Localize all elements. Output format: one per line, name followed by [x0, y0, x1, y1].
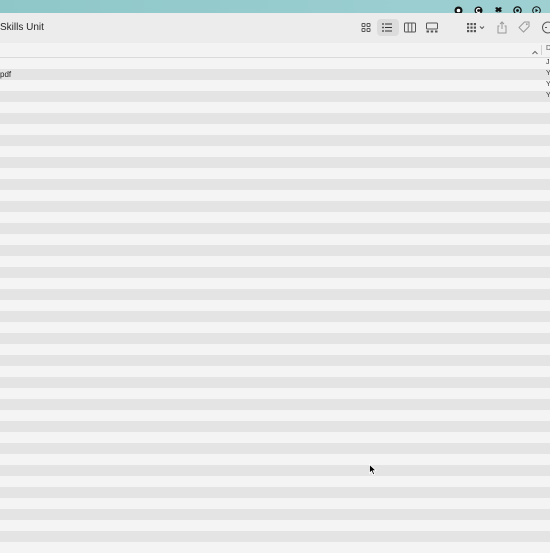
- file-row[interactable]: Y: [0, 80, 550, 91]
- file-row[interactable]: [0, 366, 550, 377]
- file-row[interactable]: [0, 465, 550, 476]
- column-view-button[interactable]: [401, 19, 419, 36]
- grammarly-icon[interactable]: [474, 2, 483, 11]
- file-row[interactable]: [0, 300, 550, 311]
- file-row[interactable]: [0, 223, 550, 234]
- file-row[interactable]: [0, 377, 550, 388]
- file-row[interactable]: [0, 146, 550, 157]
- file-row[interactable]: [0, 399, 550, 410]
- file-row[interactable]: [0, 157, 550, 168]
- file-row[interactable]: [0, 212, 550, 223]
- file-row[interactable]: [0, 102, 550, 113]
- gallery-icon: [423, 19, 441, 36]
- file-row[interactable]: [0, 124, 550, 135]
- tag-icon: [516, 19, 532, 36]
- file-row[interactable]: [0, 421, 550, 432]
- file-row[interactable]: J: [0, 58, 550, 69]
- file-row[interactable]: [0, 245, 550, 256]
- group-by-button[interactable]: [464, 19, 488, 36]
- file-row[interactable]: [0, 542, 550, 553]
- column-divider[interactable]: [541, 45, 542, 55]
- creative-cloud-icon[interactable]: [513, 2, 522, 11]
- grid-icon: [357, 19, 375, 36]
- file-row[interactable]: [0, 113, 550, 124]
- file-date: Y: [546, 81, 550, 88]
- date-column-header[interactable]: D: [546, 45, 550, 52]
- play-icon[interactable]: [532, 2, 541, 11]
- file-row[interactable]: pdf Y: [0, 69, 550, 80]
- file-row[interactable]: [0, 201, 550, 212]
- file-row[interactable]: [0, 388, 550, 399]
- file-row[interactable]: Y: [0, 91, 550, 102]
- ellipsis-circle-icon: [538, 19, 550, 36]
- columns-icon: [401, 19, 419, 36]
- file-row[interactable]: [0, 179, 550, 190]
- file-row[interactable]: [0, 234, 550, 245]
- file-row[interactable]: [0, 443, 550, 454]
- record-icon[interactable]: [454, 2, 463, 11]
- file-row[interactable]: [0, 498, 550, 509]
- file-row[interactable]: [0, 267, 550, 278]
- file-row[interactable]: [0, 410, 550, 421]
- file-row[interactable]: [0, 509, 550, 520]
- file-name: pdf: [0, 70, 11, 79]
- file-row[interactable]: [0, 432, 550, 443]
- file-row[interactable]: [0, 311, 550, 322]
- file-date: Y: [546, 70, 550, 77]
- dropbox-icon[interactable]: [494, 2, 503, 11]
- file-row[interactable]: [0, 278, 550, 289]
- finder-toolbar: Skills Unit: [0, 13, 550, 44]
- file-row[interactable]: [0, 454, 550, 465]
- file-row[interactable]: [0, 135, 550, 146]
- file-row[interactable]: [0, 168, 550, 179]
- file-row[interactable]: [0, 256, 550, 267]
- mouse-pointer-icon: [369, 463, 377, 481]
- file-row[interactable]: [0, 487, 550, 498]
- file-date: J: [546, 59, 550, 66]
- share-icon: [494, 19, 510, 36]
- group-icon: [464, 19, 488, 36]
- tags-button[interactable]: [516, 19, 532, 36]
- file-list: JpdfYYY: [0, 58, 550, 550]
- window-title: Skills Unit: [0, 22, 44, 33]
- file-row[interactable]: [0, 344, 550, 355]
- share-button[interactable]: [494, 19, 510, 36]
- file-row[interactable]: [0, 531, 550, 542]
- file-row[interactable]: [0, 520, 550, 531]
- file-row[interactable]: [0, 289, 550, 300]
- file-row[interactable]: [0, 190, 550, 201]
- file-row[interactable]: [0, 333, 550, 344]
- list-icon: [377, 19, 399, 36]
- menu-bar: [0, 0, 550, 13]
- icon-view-button[interactable]: [357, 19, 375, 36]
- file-row[interactable]: [0, 476, 550, 487]
- file-date: Y: [546, 92, 550, 99]
- file-row[interactable]: [0, 355, 550, 366]
- gallery-view-button[interactable]: [423, 19, 441, 36]
- more-button[interactable]: [538, 19, 550, 36]
- file-row[interactable]: [0, 322, 550, 333]
- list-view-button[interactable]: [377, 19, 399, 36]
- list-header: D: [0, 43, 550, 58]
